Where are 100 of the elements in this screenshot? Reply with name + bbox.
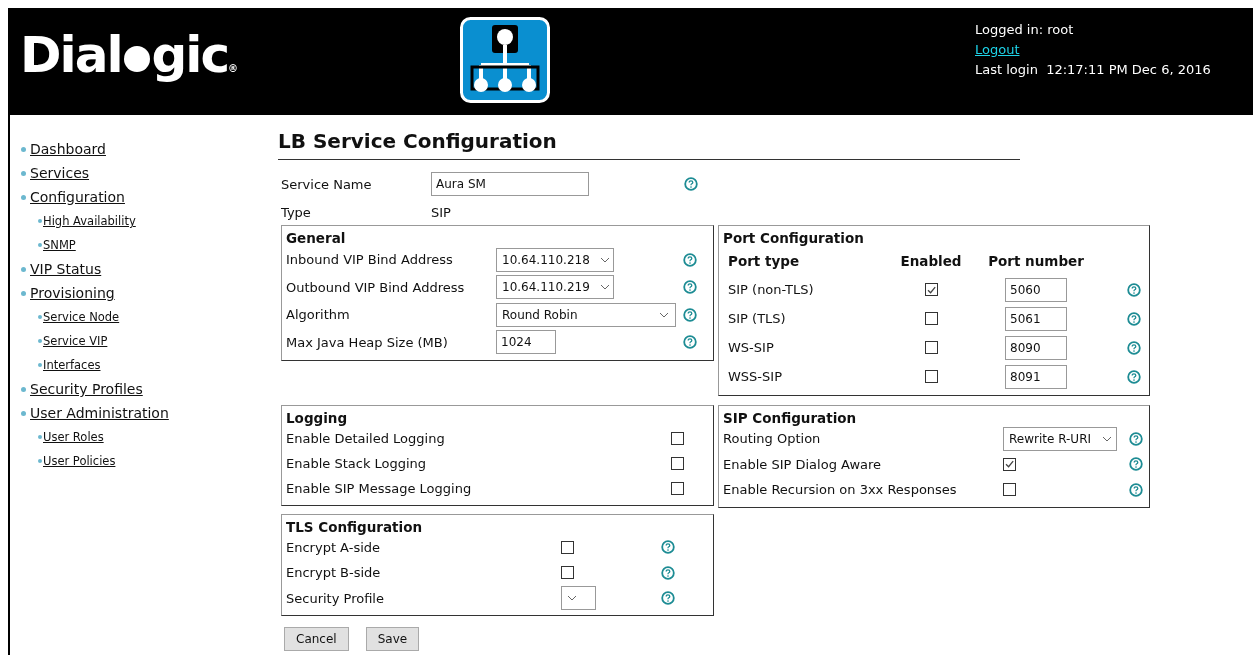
dropdown[interactable]: 10.64.110.219	[496, 275, 614, 300]
checkbox[interactable]	[924, 312, 938, 325]
bullet-icon	[38, 219, 42, 223]
nav-link[interactable]: Dashboard	[30, 141, 106, 157]
chevron-icon	[567, 595, 577, 602]
section-title: Logging	[286, 410, 348, 426]
nav-sublink[interactable]: SNMP	[43, 238, 76, 252]
input-field[interactable]: 1024	[496, 330, 556, 355]
section-title: General	[286, 230, 346, 246]
port-field[interactable]: 5060	[1005, 277, 1067, 302]
bullet-icon	[21, 170, 26, 176]
checkbox[interactable]	[1003, 483, 1016, 497]
dropdown[interactable]: Rewrite R-URI	[1003, 426, 1117, 451]
nav-link[interactable]: Configuration	[30, 189, 125, 205]
checkbox[interactable]	[924, 370, 938, 383]
port-field[interactable]: 8091	[1005, 364, 1067, 389]
chevron-icon	[599, 256, 610, 263]
service-name-field[interactable]: Aura SM	[431, 172, 589, 196]
chevron-icon	[599, 284, 610, 291]
port-field[interactable]: 8090	[1005, 335, 1067, 360]
dropdown[interactable]: 10.64.110.218	[496, 247, 614, 272]
help-icon[interactable]	[1127, 282, 1141, 297]
nav-sublink[interactable]: User Roles	[43, 430, 104, 444]
field-label: Inbound VIP Bind Address	[286, 252, 453, 268]
port-type: SIP (non-TLS)	[728, 282, 814, 297]
field-label: Service Name	[281, 176, 372, 192]
nav-link[interactable]: VIP Status	[30, 261, 102, 277]
help-icon[interactable]	[1127, 311, 1141, 326]
chevron-icon	[659, 311, 669, 318]
nav-sublink[interactable]: Service VIP	[43, 334, 108, 348]
field-label: Enable Detailed Logging	[286, 431, 445, 446]
nav-link[interactable]: Provisioning	[30, 285, 115, 301]
bullet-icon	[21, 410, 26, 416]
field-label: Enable Recursion on 3xx Responses	[723, 482, 957, 498]
field-label: Routing Option	[723, 431, 821, 447]
checkbox[interactable]	[924, 341, 938, 354]
field-label: Outbound VIP Bind Address	[286, 279, 465, 295]
field-label: Type	[281, 205, 311, 220]
checkbox[interactable]	[1003, 457, 1016, 471]
checkbox[interactable]	[671, 432, 684, 445]
field-label: Encrypt B-side	[286, 565, 381, 581]
bullet-icon	[38, 339, 42, 343]
help-icon[interactable]	[1129, 457, 1143, 472]
bullet-icon	[38, 243, 42, 247]
last-login-text: Last login 12:17:11 PM Dec 6, 2016	[975, 62, 1212, 77]
help-icon[interactable]	[683, 252, 697, 267]
chevron-icon	[1102, 435, 1112, 442]
port-type: WSS-SIP	[728, 369, 782, 384]
port-field[interactable]: 5061	[1005, 306, 1067, 331]
field-label: Enable SIP Message Logging	[286, 481, 472, 496]
help-icon[interactable]	[661, 591, 675, 606]
logged-in-text: Logged in: root	[975, 22, 1075, 37]
nav-sublink[interactable]: Interfaces	[43, 358, 101, 372]
field-label: Max Java Heap Size (MB)	[286, 334, 448, 350]
nav-sublink[interactable]: High Availability	[43, 214, 136, 228]
dropdown[interactable]	[561, 586, 596, 611]
bullet-icon	[38, 363, 42, 367]
help-icon[interactable]	[684, 177, 698, 191]
nav-sublink[interactable]: User Policies	[43, 454, 116, 468]
help-icon[interactable]	[1127, 369, 1141, 384]
checkbox[interactable]	[671, 482, 684, 495]
help-icon[interactable]	[1127, 340, 1141, 355]
checkbox[interactable]	[561, 540, 574, 554]
bullet-icon	[21, 194, 26, 200]
nav-link[interactable]: Security Profiles	[30, 381, 143, 397]
form-button[interactable]: Cancel	[284, 627, 349, 651]
field-label: Algorithm	[286, 307, 350, 323]
field-label: Enable Stack Logging	[286, 456, 427, 471]
type-value: SIP	[431, 205, 451, 220]
network-tree-icon	[460, 17, 551, 103]
nav-link[interactable]: Services	[30, 165, 90, 181]
checkbox[interactable]	[561, 566, 574, 580]
dropdown[interactable]: Round Robin	[496, 302, 676, 327]
section-title: TLS Configuration	[286, 518, 423, 535]
bullet-icon	[38, 435, 42, 439]
checkbox[interactable]	[924, 283, 938, 296]
nav-link[interactable]: User Administration	[30, 405, 169, 421]
section-title: Port Configuration	[723, 230, 864, 246]
help-icon[interactable]	[1129, 482, 1143, 497]
help-icon[interactable]	[683, 307, 697, 322]
help-icon[interactable]	[661, 540, 675, 555]
form-button[interactable]: Save	[365, 627, 420, 651]
bullet-icon	[21, 290, 26, 296]
field-label: Security Profile	[286, 590, 384, 606]
help-icon[interactable]	[683, 280, 697, 295]
bullet-icon	[38, 315, 42, 319]
port-type: WS-SIP	[728, 340, 774, 355]
field-label: Enable SIP Dialog Aware	[723, 456, 882, 472]
bullet-icon	[38, 459, 42, 463]
nav-sublink[interactable]: Service Node	[43, 310, 120, 324]
section-title: SIP Configuration	[723, 410, 857, 426]
help-icon[interactable]	[661, 565, 675, 580]
logout-link[interactable]: Logout	[975, 42, 1020, 57]
bullet-icon	[21, 266, 26, 272]
help-icon[interactable]	[1129, 431, 1143, 446]
column-header: Port type	[728, 252, 800, 269]
help-icon[interactable]	[683, 335, 697, 350]
checkbox[interactable]	[671, 457, 684, 470]
field-label: Encrypt A-side	[286, 539, 381, 555]
logo: Dial gic®	[20, 26, 239, 84]
